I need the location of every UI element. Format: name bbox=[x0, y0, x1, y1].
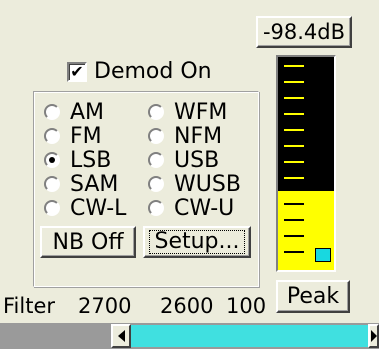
mode-radio-wfm[interactable]: WFM bbox=[148, 99, 228, 125]
radio-dot bbox=[148, 176, 164, 192]
mode-label: AM bbox=[70, 99, 105, 125]
filter-value-1: 2700 bbox=[78, 294, 132, 318]
radio-dot bbox=[148, 152, 164, 168]
meter-tick bbox=[284, 235, 304, 237]
arrow-left-icon bbox=[117, 330, 125, 342]
meter-tick bbox=[284, 65, 304, 67]
radio-dot bbox=[44, 176, 60, 192]
mode-radio-lsb[interactable]: LSB bbox=[44, 147, 112, 173]
radio-dot bbox=[148, 200, 164, 216]
peak-marker bbox=[315, 248, 331, 262]
mode-label: USB bbox=[174, 147, 220, 173]
radio-dot bbox=[44, 200, 60, 216]
scroll-right-button[interactable] bbox=[368, 324, 379, 348]
meter-tick bbox=[284, 251, 304, 253]
arrow-right-icon bbox=[370, 330, 377, 342]
meter-tick bbox=[284, 219, 304, 221]
nb-off-label: NB Off bbox=[52, 229, 124, 255]
radio-dot bbox=[148, 128, 164, 144]
mode-radio-usb[interactable]: USB bbox=[148, 147, 220, 173]
setup-label: Setup... bbox=[149, 230, 245, 254]
radio-dot bbox=[44, 128, 60, 144]
meter-tick bbox=[284, 177, 304, 179]
mode-label: WFM bbox=[174, 99, 228, 125]
level-readout-value: -98.4dB bbox=[262, 20, 346, 44]
level-readout-button[interactable]: -98.4dB bbox=[256, 16, 352, 48]
scroll-thumb[interactable] bbox=[131, 325, 368, 347]
mode-label: CW-U bbox=[174, 195, 235, 221]
filter-label: Filter bbox=[3, 294, 56, 318]
meter-tick bbox=[284, 203, 304, 205]
meter-tick bbox=[284, 129, 304, 131]
mode-label: WUSB bbox=[174, 171, 241, 197]
nb-off-button[interactable]: NB Off bbox=[40, 226, 136, 258]
radio-dot-selected bbox=[44, 152, 60, 168]
mode-radio-fm[interactable]: FM bbox=[44, 123, 102, 149]
radio-dot bbox=[148, 104, 164, 120]
horizontal-scrollbar[interactable] bbox=[0, 323, 379, 349]
meter-tick bbox=[284, 97, 304, 99]
meter-tick bbox=[284, 113, 304, 115]
mode-label: FM bbox=[70, 123, 102, 149]
mode-radio-nfm[interactable]: NFM bbox=[148, 123, 223, 149]
mode-radio-wusb[interactable]: WUSB bbox=[148, 171, 241, 197]
filter-value-3: 100 bbox=[226, 294, 267, 318]
mode-label: SAM bbox=[70, 171, 119, 197]
peak-button[interactable]: Peak bbox=[276, 280, 350, 313]
scroll-left-button[interactable] bbox=[111, 324, 131, 348]
radio-dot bbox=[44, 104, 60, 120]
setup-button[interactable]: Setup... bbox=[143, 226, 251, 258]
meter-tick bbox=[284, 81, 304, 83]
peak-label: Peak bbox=[286, 284, 340, 309]
mode-label: NFM bbox=[174, 123, 223, 149]
mode-radio-cwl[interactable]: CW-L bbox=[44, 195, 127, 221]
mode-radio-am[interactable]: AM bbox=[44, 99, 105, 125]
mode-label: CW-L bbox=[70, 195, 127, 221]
filter-value-2: 2600 bbox=[160, 294, 214, 318]
check-icon: ✔ bbox=[70, 62, 84, 81]
demod-label: Demod On bbox=[94, 59, 212, 84]
mode-label: LSB bbox=[70, 147, 112, 173]
signal-level-meter bbox=[276, 55, 336, 272]
meter-tick bbox=[284, 145, 304, 147]
meter-tick bbox=[284, 161, 304, 163]
demod-checkbox[interactable]: ✔ bbox=[67, 62, 87, 82]
mode-radio-sam[interactable]: SAM bbox=[44, 171, 119, 197]
mode-radio-cwu[interactable]: CW-U bbox=[148, 195, 235, 221]
